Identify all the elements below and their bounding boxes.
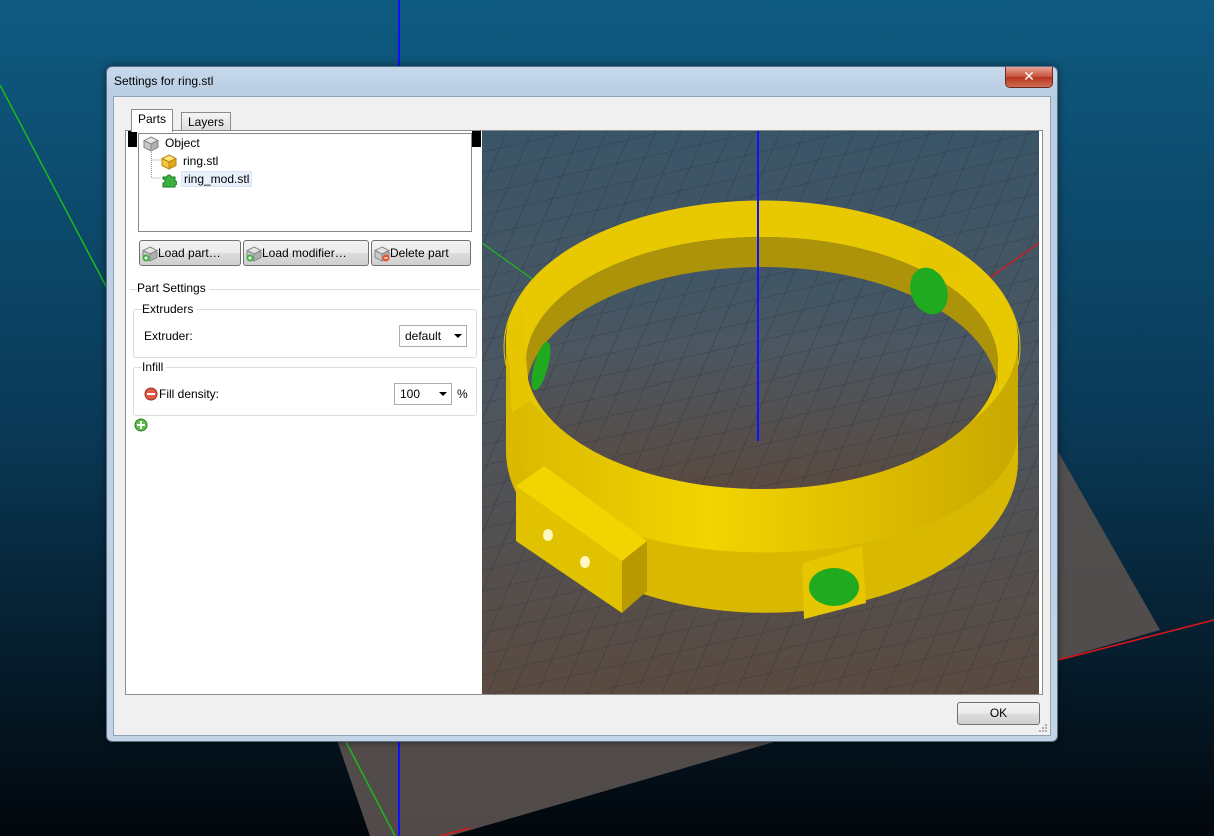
3d-preview-viewport[interactable] <box>482 131 1039 694</box>
delete-part-icon <box>374 246 390 262</box>
fill-density-label: Fill density: <box>159 387 220 401</box>
tree-item-label: ring.stl <box>183 154 219 168</box>
tab-parts[interactable]: Parts <box>131 109 174 132</box>
delete-part-button[interactable]: Delete part <box>371 240 471 266</box>
extruders-group-title: Extruders <box>142 302 197 316</box>
delete-part-label: Delete part <box>390 246 449 260</box>
parts-tree[interactable]: Object ring.stl ring_mod.stl <box>138 133 472 232</box>
settings-dialog: Settings for ring.stl ✕ Parts Layers Obj… <box>106 66 1058 742</box>
tree-item-ring-mod-stl[interactable]: ring_mod.stl <box>161 170 253 188</box>
tree-item-label: Object <box>165 136 200 150</box>
load-modifier-icon <box>246 246 262 262</box>
fill-density-unit: % <box>457 387 468 401</box>
parts-tab-panel: Object ring.stl ring_mod.stl Load part… … <box>125 130 1043 695</box>
modifier-disc <box>809 568 859 606</box>
load-part-icon <box>142 246 158 262</box>
add-setting-icon[interactable] <box>134 418 148 432</box>
load-part-button[interactable]: Load part… <box>139 240 241 266</box>
infill-group-title: Infill <box>142 360 167 374</box>
part-cube-icon <box>161 154 177 170</box>
3d-scene <box>482 131 1039 694</box>
tab-layers[interactable]: Layers <box>181 112 232 131</box>
fill-density-select[interactable]: 100 <box>394 383 452 405</box>
remove-setting-icon[interactable] <box>144 387 158 401</box>
tree-left-cap <box>128 131 137 147</box>
extruder-label: Extruder: <box>144 329 193 343</box>
left-pane: Object ring.stl ring_mod.stl Load part… … <box>126 131 483 694</box>
resize-grip-icon[interactable] <box>1038 723 1048 733</box>
load-modifier-label: Load modifier… <box>262 246 347 260</box>
load-part-label: Load part… <box>158 246 221 260</box>
tree-item-label: ring_mod.stl <box>181 171 253 187</box>
tree-item-ring-stl[interactable]: ring.stl <box>161 152 220 170</box>
window-title: Settings for ring.stl <box>114 74 214 88</box>
extruder-value: default <box>405 329 442 343</box>
load-modifier-button[interactable]: Load modifier… <box>243 240 369 266</box>
close-button[interactable]: ✕ <box>1005 67 1053 88</box>
ok-button[interactable]: OK <box>957 702 1040 725</box>
chevron-down-icon <box>454 334 462 338</box>
fill-density-value: 100 <box>400 387 421 401</box>
puzzle-icon <box>162 174 177 188</box>
chevron-down-icon <box>439 392 447 396</box>
part-settings-title: Part Settings <box>137 281 209 295</box>
dialog-client-area: Parts Layers Object ring.stl ring_mod.st… <box>113 96 1051 736</box>
tree-right-cap <box>472 131 481 147</box>
extruder-select[interactable]: default <box>399 325 467 347</box>
